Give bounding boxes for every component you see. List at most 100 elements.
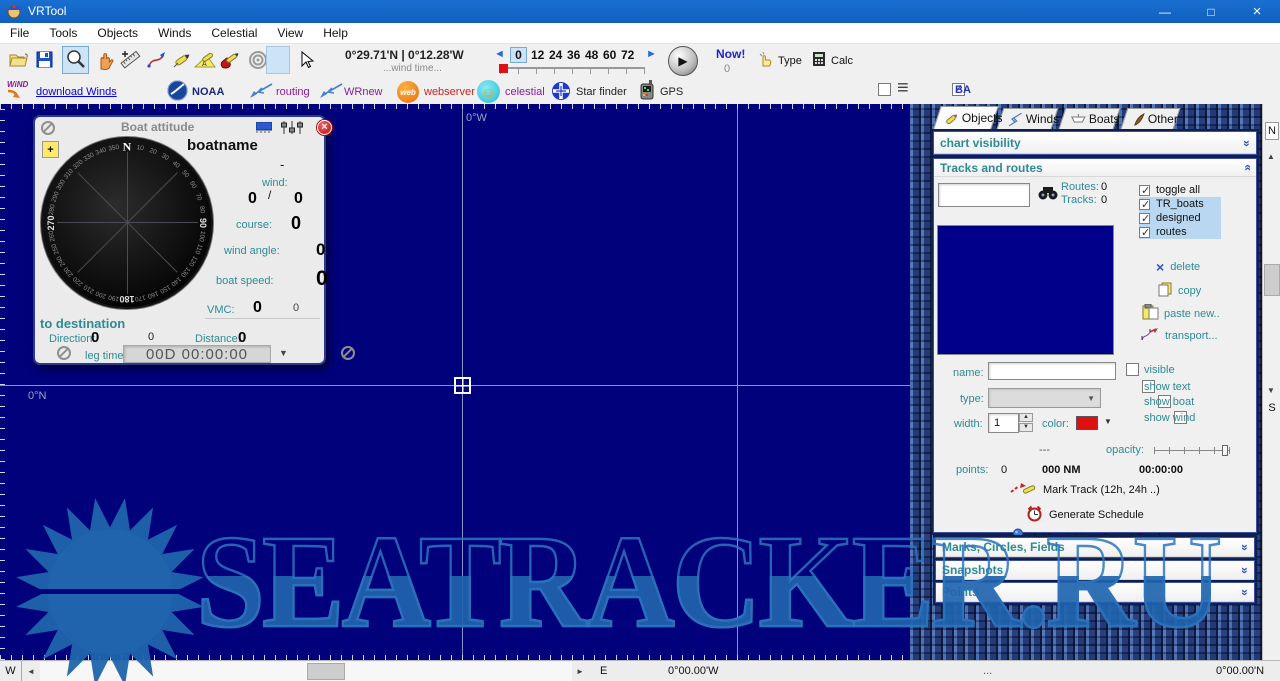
measure-tool-button[interactable] <box>116 47 143 75</box>
expand-snapshots-icon[interactable]: » <box>1238 567 1252 573</box>
routing-link[interactable]: routing <box>276 86 310 98</box>
time-forward-arrow[interactable]: ► <box>646 48 657 60</box>
generate-schedule-button[interactable]: Generate Schedule <box>1026 505 1144 525</box>
track-type-select[interactable]: ▼ <box>988 388 1101 408</box>
menu-objects[interactable]: Objects <box>87 23 148 43</box>
vertical-scrollbar[interactable]: N ▲ ▼ S <box>1262 104 1280 660</box>
layers-checkbox[interactable] <box>878 83 891 96</box>
width-stepper[interactable]: ▲ ▼ <box>1019 413 1033 432</box>
shade-window-icon[interactable] <box>256 122 272 136</box>
type-button[interactable]: Type <box>758 51 802 70</box>
collapse-tracks-icon[interactable]: » <box>1240 165 1254 171</box>
time-step-48[interactable]: 48 <box>585 48 598 62</box>
adjust-panels-icon[interactable] <box>280 121 304 137</box>
scroll-up-icon[interactable]: ▲ <box>1267 152 1275 161</box>
tr-boats-checkbox[interactable] <box>1139 199 1150 210</box>
tracks-routes-header[interactable]: Tracks and routes » <box>934 159 1256 177</box>
horizontal-scroll-thumb[interactable] <box>307 663 345 680</box>
open-button[interactable] <box>5 47 32 75</box>
leg-timer-dropdown-icon[interactable]: ▼ <box>279 348 288 358</box>
tracks-listbox[interactable] <box>937 225 1114 355</box>
lock-leg-icon[interactable] <box>57 346 71 360</box>
time-slider-thumb[interactable] <box>499 64 508 73</box>
menu-tools[interactable]: Tools <box>39 23 87 43</box>
save-button[interactable] <box>31 47 58 75</box>
transport-button[interactable]: transport... <box>1140 327 1218 345</box>
opacity-slider-handle[interactable] <box>1222 445 1228 456</box>
tab-objects[interactable]: Objects <box>933 106 998 129</box>
waypoint-icon[interactable]: + <box>42 141 59 158</box>
scroll-right-icon[interactable]: ► <box>576 667 584 676</box>
star-finder-link[interactable]: Star finder <box>576 86 627 98</box>
time-step-36[interactable]: 36 <box>567 48 580 62</box>
delete-button[interactable]: × delete <box>1156 260 1200 274</box>
zoom-tool-button[interactable] <box>62 46 89 74</box>
marks-circles-fields-group[interactable]: Marks, Circles, Fields » <box>935 537 1255 558</box>
tab-winds[interactable]: Winds <box>997 108 1059 129</box>
toggle-all-row[interactable]: toggle all <box>1139 183 1221 197</box>
fill-tool-button[interactable] <box>215 47 242 75</box>
close-window-icon[interactable]: × <box>317 120 332 135</box>
points-group[interactable]: Points » <box>935 582 1255 603</box>
vertical-scroll-thumb[interactable] <box>1264 264 1280 296</box>
time-step-24[interactable]: 24 <box>549 48 562 62</box>
width-down-icon[interactable]: ▼ <box>1019 423 1033 432</box>
expand-chart-visibility-icon[interactable]: » <box>1240 140 1254 146</box>
routes-row[interactable]: routes <box>1139 225 1221 239</box>
scroll-down-icon[interactable]: ▼ <box>1267 386 1275 395</box>
webserver-link[interactable]: webserver <box>424 86 475 98</box>
time-back-arrow[interactable]: ◄ <box>494 48 505 60</box>
width-up-icon[interactable]: ▲ <box>1019 413 1033 422</box>
time-step-72[interactable]: 72 <box>621 48 634 62</box>
track-search-input[interactable] <box>938 183 1030 207</box>
close-button[interactable]: × <box>1234 0 1280 23</box>
menu-winds[interactable]: Winds <box>148 23 201 43</box>
visible-checkbox[interactable] <box>1126 363 1139 376</box>
tab-boats[interactable]: Boats <box>1059 108 1121 129</box>
menu-celestial[interactable]: Celestial <box>201 23 267 43</box>
tr-boats-row[interactable]: TR_boats <box>1139 197 1221 211</box>
menu-view[interactable]: View <box>267 23 313 43</box>
minimize-button[interactable]: — <box>1142 0 1188 23</box>
toggle-all-checkbox[interactable] <box>1139 185 1150 196</box>
now-button[interactable]: Now! <box>716 47 745 61</box>
tab-other[interactable]: Other <box>1121 108 1181 129</box>
celestial-link[interactable]: celestial <box>505 86 545 98</box>
protractor-tool-button[interactable]: A <box>191 47 218 75</box>
maximize-button[interactable]: □ <box>1188 0 1234 23</box>
track-name-input[interactable] <box>988 362 1116 380</box>
blank-tool-button[interactable] <box>266 46 290 74</box>
binoculars-icon[interactable] <box>1038 185 1058 203</box>
calc-button[interactable]: Calc <box>812 51 853 70</box>
time-step-60[interactable]: 60 <box>603 48 616 62</box>
menu-file[interactable]: File <box>0 23 39 43</box>
time-step-12[interactable]: 12 <box>531 48 544 62</box>
routes-checkbox[interactable] <box>1139 227 1150 238</box>
designed-row[interactable]: designed <box>1139 211 1221 225</box>
paste-new-button[interactable]: paste new.. <box>1142 304 1220 323</box>
select-tool-button[interactable] <box>293 47 320 75</box>
pan-tool-button[interactable] <box>91 47 118 75</box>
play-button[interactable]: ▶ <box>668 46 698 76</box>
route-tool-button[interactable] <box>143 47 170 75</box>
lock-window-icon[interactable] <box>41 121 55 135</box>
wrnew-link[interactable]: WRnew <box>344 86 383 98</box>
gps-link[interactable]: GPS <box>660 86 683 98</box>
noaa-link[interactable]: NOAA <box>192 86 224 98</box>
download-winds-link[interactable]: download Winds <box>36 86 117 98</box>
designed-checkbox[interactable] <box>1139 213 1150 224</box>
hamburger-menu-icon[interactable]: ≡ <box>897 77 909 100</box>
copy-button[interactable]: copy <box>1158 282 1201 300</box>
expand-marks-icon[interactable]: » <box>1238 544 1252 550</box>
expand-points-icon[interactable]: » <box>1238 589 1252 595</box>
menu-help[interactable]: Help <box>313 23 358 43</box>
mark-track-button[interactable]: Mark Track (12h, 24h ..) <box>1010 481 1160 498</box>
snapshots-group[interactable]: Snapshots » <box>935 560 1255 581</box>
scroll-left-icon[interactable]: ◄ <box>27 667 35 676</box>
time-step-0[interactable]: 0 <box>510 47 527 63</box>
color-dropdown-icon[interactable]: ▼ <box>1104 417 1112 426</box>
width-input[interactable]: 1 <box>988 413 1019 433</box>
color-swatch[interactable] <box>1076 416 1098 430</box>
pen-tool-button[interactable] <box>167 47 194 75</box>
horizontal-scroll-track[interactable] <box>40 662 572 681</box>
